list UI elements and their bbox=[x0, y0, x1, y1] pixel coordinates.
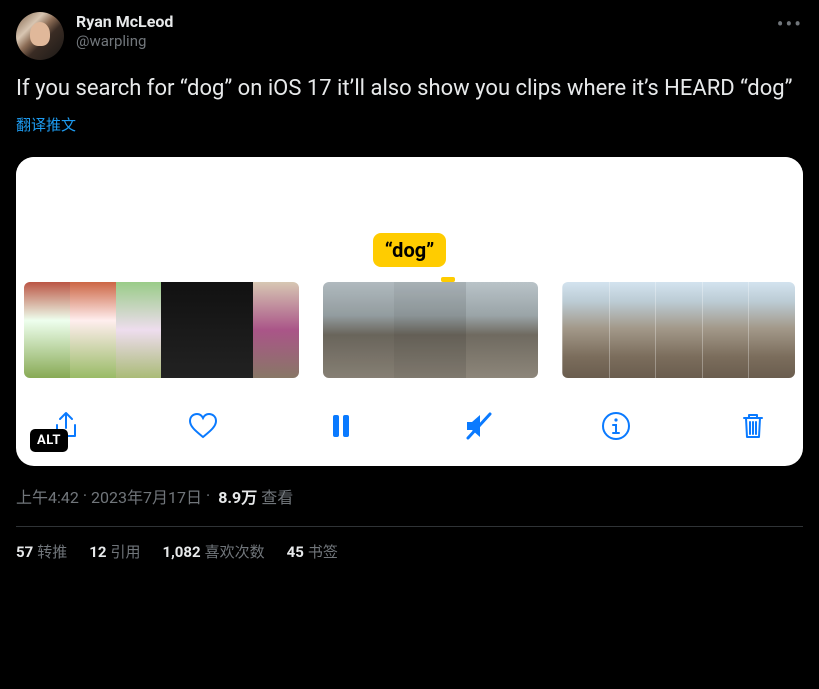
clip-1[interactable] bbox=[24, 282, 299, 378]
translate-link[interactable]: 翻译推文 bbox=[16, 114, 76, 135]
clip-frame bbox=[466, 282, 538, 378]
clip-frame bbox=[702, 282, 749, 378]
quotes-stat[interactable]: 12引用 bbox=[89, 541, 140, 562]
display-name: Ryan McLeod bbox=[76, 12, 173, 32]
caption-chip: “dog” bbox=[16, 233, 803, 267]
divider bbox=[16, 526, 803, 527]
likes-stat[interactable]: 1,082 喜欢次数 bbox=[162, 541, 264, 562]
trash-icon[interactable] bbox=[733, 406, 773, 446]
stats-row: 57转推 12引用 1,082 喜欢次数 45书签 bbox=[16, 541, 803, 562]
clip-frame bbox=[207, 282, 253, 378]
clip-frame bbox=[161, 282, 207, 378]
clip-2[interactable] bbox=[323, 282, 538, 378]
media-toolbar bbox=[16, 378, 803, 456]
avatar[interactable] bbox=[16, 12, 64, 60]
clip-frame bbox=[394, 282, 466, 378]
clip-frame bbox=[323, 282, 395, 378]
pause-icon[interactable] bbox=[321, 406, 361, 446]
likes-label: 喜欢次数 bbox=[205, 543, 265, 561]
heart-icon[interactable] bbox=[183, 406, 223, 446]
tweet-text: If you search for “dog” on iOS 17 it’ll … bbox=[16, 74, 803, 104]
more-options-icon[interactable]: ••• bbox=[777, 12, 803, 36]
tweet-meta: 上午4:42 · 2023年7月17日 · 8.9万 查看 bbox=[16, 484, 803, 508]
clip-3[interactable] bbox=[562, 282, 795, 378]
tweet-time[interactable]: 上午4:42 bbox=[16, 484, 79, 508]
tweet-header: Ryan McLeod @warpling ••• bbox=[16, 12, 803, 60]
caption-chip-text: “dog” bbox=[373, 233, 447, 267]
media-card: “dog” bbox=[16, 157, 803, 466]
tweet-container: Ryan McLeod @warpling ••• If you search … bbox=[0, 0, 819, 570]
alt-badge[interactable]: ALT bbox=[30, 429, 68, 452]
media-white-area bbox=[16, 157, 803, 239]
likes-num: 1,082 bbox=[162, 543, 200, 561]
quotes-num: 12 bbox=[89, 543, 106, 561]
bookmarks-stat[interactable]: 45书签 bbox=[287, 541, 338, 562]
clip-frame bbox=[609, 282, 656, 378]
user-block[interactable]: Ryan McLeod @warpling bbox=[76, 12, 173, 51]
retweets-num: 57 bbox=[16, 543, 33, 561]
meta-sep: · bbox=[83, 486, 87, 505]
filmstrip[interactable] bbox=[16, 282, 803, 378]
views-count: 8.9万 bbox=[218, 484, 257, 508]
bookmarks-label: 书签 bbox=[308, 543, 338, 561]
clip-frame bbox=[70, 282, 116, 378]
retweets-stat[interactable]: 57转推 bbox=[16, 541, 67, 562]
clip-frame bbox=[116, 282, 162, 378]
mute-icon[interactable] bbox=[458, 406, 498, 446]
clip-frame bbox=[562, 282, 609, 378]
clip-frame bbox=[24, 282, 70, 378]
clip-frame bbox=[253, 282, 299, 378]
user-handle: @warpling bbox=[76, 32, 173, 51]
clip-frame bbox=[655, 282, 702, 378]
quotes-label: 引用 bbox=[110, 543, 140, 561]
clip-frame bbox=[748, 282, 795, 378]
info-icon[interactable] bbox=[596, 406, 636, 446]
tweet-date[interactable]: 2023年7月17日 bbox=[91, 484, 202, 508]
retweets-label: 转推 bbox=[37, 543, 67, 561]
views-label: 查看 bbox=[261, 484, 293, 508]
meta-sep: · bbox=[206, 486, 210, 505]
bookmarks-num: 45 bbox=[287, 543, 304, 561]
